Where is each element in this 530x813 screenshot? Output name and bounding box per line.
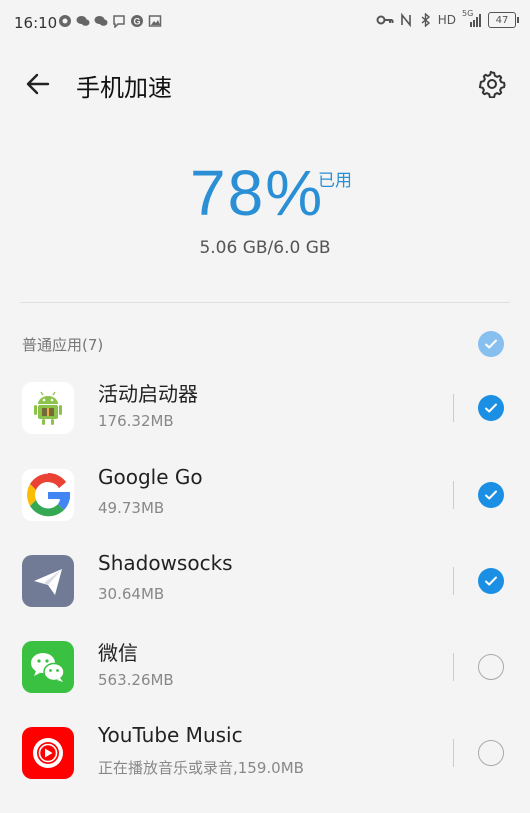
app-size: 49.73MB [98,499,165,517]
notification-icons: G [58,14,162,28]
app-checkbox-checked[interactable] [478,568,504,594]
used-label: 已用 [318,171,352,191]
list-item-wechat[interactable]: 微信 563.26MB [0,641,530,727]
app-size: 563.26MB [98,671,174,689]
list-item-google-go[interactable]: Google Go 49.73MB [0,465,530,555]
android-robot-icon [22,382,74,434]
checkmark-icon [485,576,497,586]
list-item-youtube-music[interactable]: YouTube Music 正在播放音乐或录音,159.0MB [0,723,530,813]
page-title: 手机加速 [76,74,172,102]
message-notification-icon [113,15,125,28]
svg-text:G: G [133,17,140,27]
battery-indicator: 47 [488,12,519,28]
app-bar: 手机加速 [0,56,530,112]
app-name: 活动启动器 [98,382,198,406]
google-g-icon [22,469,74,521]
image-notification-icon [148,15,162,27]
select-all-checkbox[interactable] [478,331,504,357]
youtube-music-icon [22,727,74,779]
separator [453,653,454,681]
signal-icon: 5G [462,9,482,27]
gear-icon[interactable] [478,70,506,98]
bluetooth-icon [421,13,430,27]
memory-percent: 78% [190,157,325,229]
section-label: 普通应用(7) [22,336,104,354]
notification-icon [59,15,71,27]
app-name: YouTube Music [98,723,243,747]
status-bar: 16:10 G HD 5G 47 [0,0,530,48]
app-name: 微信 [98,641,138,665]
network-type-label: HD [437,13,456,27]
separator [453,739,454,767]
app-checkbox-unchecked[interactable] [478,740,504,766]
app-size: 正在播放音乐或录音,159.0MB [98,759,304,777]
separator [453,481,454,509]
checkmark-icon [485,339,497,349]
status-time: 16:10 [14,14,58,32]
wechat-notification-icon [94,16,108,26]
separator [453,394,454,422]
wechat-icon [22,641,74,693]
memory-amount: 5.06 GB/6.0 GB [199,238,331,258]
nfc-icon [400,13,411,27]
status-right: HD 5G 47 [376,9,519,28]
key-icon [376,15,394,25]
paper-plane-icon [22,555,74,607]
google-notification-icon: G [131,15,143,27]
app-checkbox-checked[interactable] [478,395,504,421]
checkmark-icon [485,490,497,500]
app-checkbox-unchecked[interactable] [478,654,504,680]
app-checkbox-checked[interactable] [478,482,504,508]
checkmark-icon [485,403,497,413]
list-item-shadowsocks[interactable]: Shadowsocks 30.64MB [0,551,530,641]
divider [20,302,510,303]
app-name: Google Go [98,465,203,489]
list-item-app-launcher[interactable]: 活动启动器 176.32MB [0,382,530,468]
wechat-notification-icon [76,16,90,26]
app-size: 30.64MB [98,585,165,603]
separator [453,567,454,595]
back-arrow-icon[interactable] [24,70,52,98]
signal-bars-icon [470,14,481,27]
app-size: 176.32MB [98,412,174,430]
app-name: Shadowsocks [98,551,233,575]
